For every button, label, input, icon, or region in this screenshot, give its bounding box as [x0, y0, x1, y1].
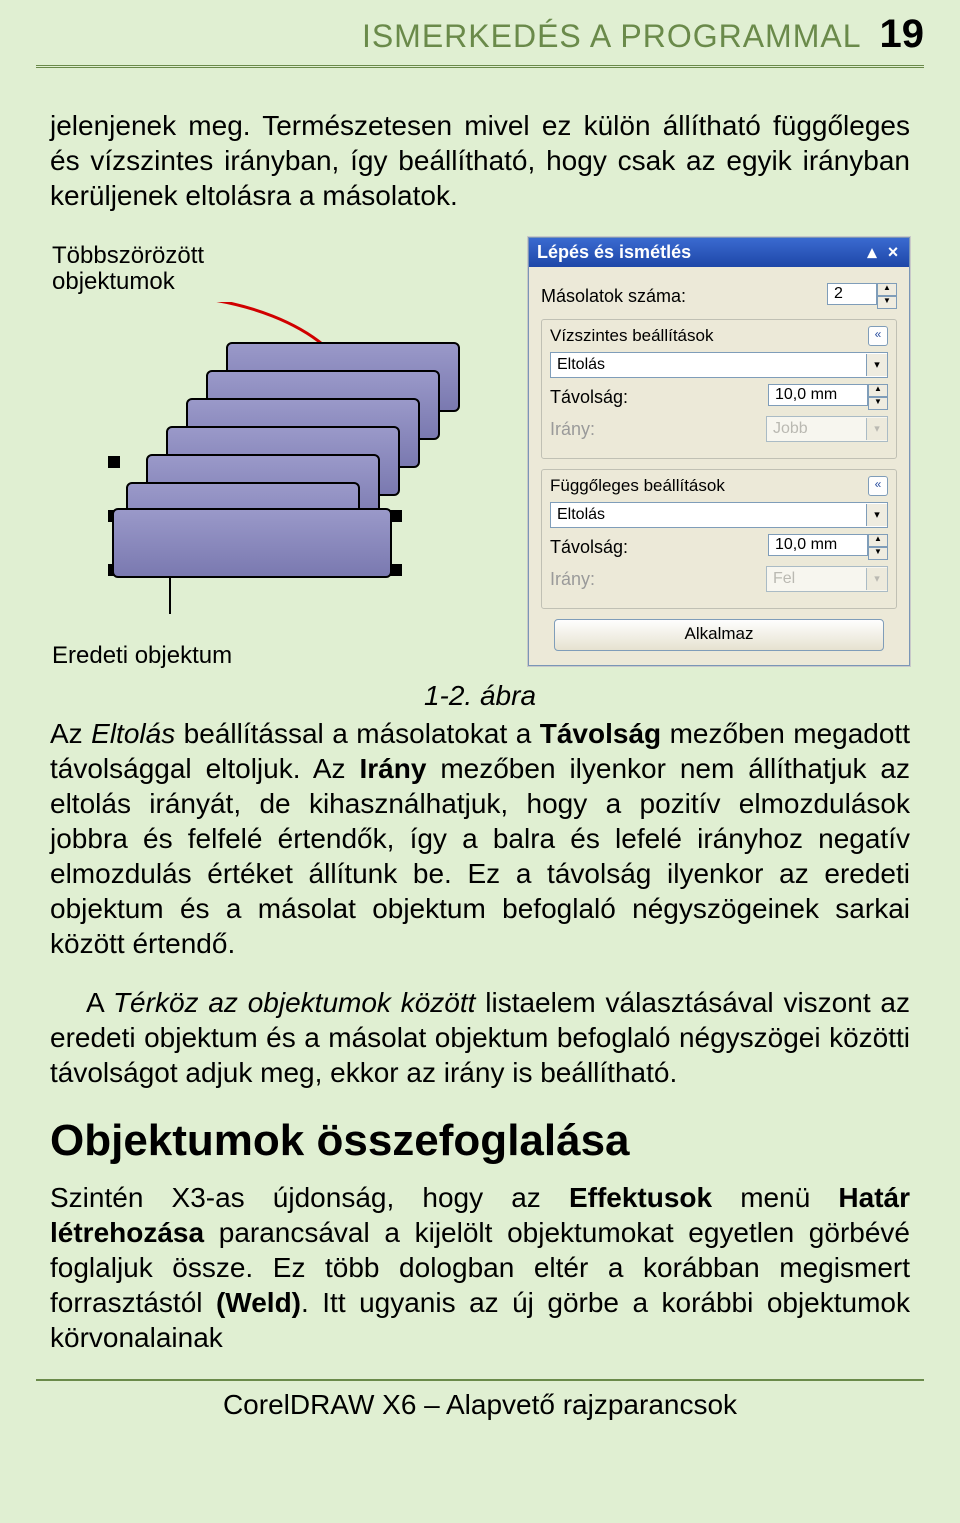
footer-divider: [36, 1379, 924, 1381]
h-direction-dropdown: Jobb ▾: [766, 416, 888, 442]
h-direction-label: Irány:: [550, 419, 766, 440]
v-distance-spinner[interactable]: ▲ ▼: [768, 534, 888, 560]
copies-input[interactable]: [827, 283, 877, 305]
chevron-down-icon: ▾: [866, 568, 887, 590]
copies-label: Másolatok száma:: [541, 286, 827, 307]
group-title-horizontal: Vízszintes beállítások: [550, 326, 713, 346]
chevron-up-icon[interactable]: ▲: [868, 384, 888, 397]
docker-title: Lépés és ismétlés: [537, 242, 691, 263]
chevron-down-icon[interactable]: ▾: [866, 504, 887, 526]
v-direction-label: Irány:: [550, 569, 766, 590]
chevron-up-icon[interactable]: ▲: [868, 534, 888, 547]
v-distance-label: Távolság:: [550, 537, 768, 558]
illustration-duplicates: Többszörözött objektumok: [50, 237, 510, 670]
chevron-down-icon[interactable]: ▼: [877, 296, 897, 309]
step-repeat-docker: Lépés és ismétlés ▴ × Másolatok száma: ▲: [528, 237, 910, 666]
h-distance-label: Távolság:: [550, 387, 768, 408]
close-icon[interactable]: ×: [885, 242, 901, 263]
header-divider: [36, 65, 924, 68]
figure-1-2: Többszörözött objektumok: [50, 237, 910, 670]
page-number: 19: [880, 12, 925, 57]
footer-text: CorelDRAW X6 – Alapvető rajzparancsok: [0, 1385, 960, 1433]
heading-objects-summary: Objektumok összefoglalása: [50, 1116, 910, 1166]
horizontal-settings-group: Vízszintes beállítások « Eltolás ▾ Távol…: [541, 319, 897, 459]
callout-duplicates: Többszörözött objektumok: [52, 243, 510, 296]
h-mode-dropdown[interactable]: Eltolás ▾: [550, 352, 888, 378]
chevron-down-icon: ▾: [866, 418, 887, 440]
chevron-down-icon[interactable]: ▼: [868, 397, 888, 410]
h-distance-spinner[interactable]: ▲ ▼: [768, 384, 888, 410]
vertical-settings-group: Függőleges beállítások « Eltolás ▾ Távol…: [541, 469, 897, 609]
collapse-icon[interactable]: ▴: [864, 242, 880, 263]
paragraph-1: jelenjenek meg. Természetesen mivel ez k…: [50, 108, 910, 213]
v-distance-input[interactable]: [768, 534, 868, 556]
callout-original: Eredeti objektum: [52, 642, 510, 670]
collapse-group-icon[interactable]: «: [868, 326, 888, 346]
paragraph-3: A Térköz az objektumok között listaelem …: [50, 985, 910, 1090]
copies-spinner[interactable]: ▲ ▼: [827, 283, 897, 309]
chevron-down-icon[interactable]: ▾: [866, 354, 887, 376]
collapse-group-icon[interactable]: «: [868, 476, 888, 496]
group-title-vertical: Függőleges beállítások: [550, 476, 725, 496]
section-title: ISMERKEDÉS A PROGRAMMAL: [362, 18, 862, 55]
apply-button[interactable]: Alkalmaz: [554, 619, 884, 651]
chevron-down-icon[interactable]: ▼: [868, 547, 888, 560]
v-mode-dropdown[interactable]: Eltolás ▾: [550, 502, 888, 528]
figure-caption: 1-2. ábra: [50, 680, 910, 712]
docker-titlebar: Lépés és ismétlés ▴ ×: [529, 238, 909, 267]
h-distance-input[interactable]: [768, 384, 868, 406]
v-direction-dropdown: Fel ▾: [766, 566, 888, 592]
paragraph-2: Az Eltolás beállítással a másolatokat a …: [50, 716, 910, 961]
paragraph-4: Szintén X3-as újdonság, hogy az Effektus…: [50, 1180, 910, 1355]
chevron-up-icon[interactable]: ▲: [877, 283, 897, 296]
